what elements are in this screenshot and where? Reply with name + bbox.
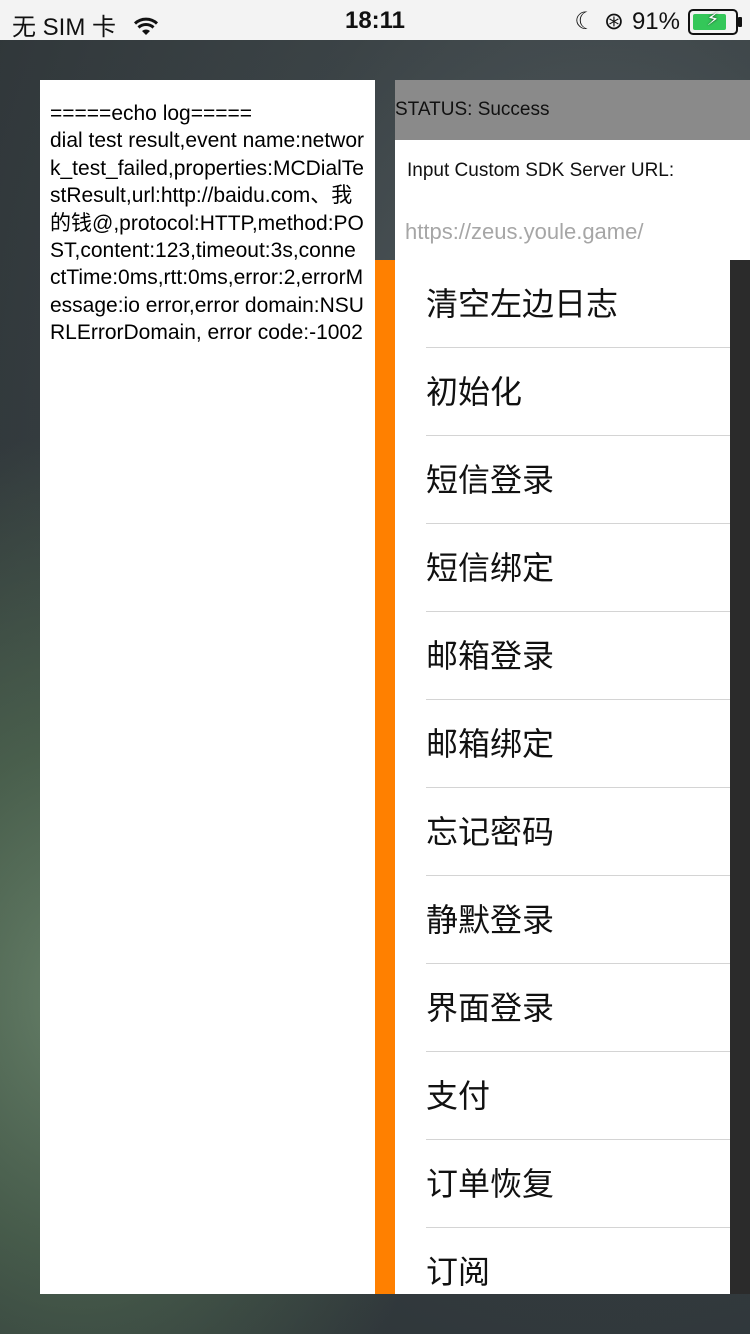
accent-divider bbox=[375, 260, 395, 1294]
server-url-input[interactable] bbox=[405, 214, 740, 250]
menu-item-subscribe[interactable]: 订阅 bbox=[426, 1229, 730, 1294]
right-edge-shadow bbox=[730, 260, 750, 1294]
menu-item-sms-bind[interactable]: 短信绑定 bbox=[426, 525, 730, 612]
orientation-lock-icon: ⊛ bbox=[603, 8, 624, 35]
moon-icon: ☾ bbox=[574, 8, 596, 35]
action-menu[interactable]: 清空左边日志 初始化 短信登录 短信绑定 邮箱登录 邮箱绑定 忘记密码 静默登录… bbox=[395, 260, 730, 1294]
server-url-label: Input Custom SDK Server URL: bbox=[407, 160, 675, 181]
battery-percent: 91% bbox=[631, 7, 680, 35]
menu-item-order-restore[interactable]: 订单恢复 bbox=[426, 1141, 730, 1228]
menu-item-silent-login[interactable]: 静默登录 bbox=[426, 877, 730, 964]
menu-item-forgot-password[interactable]: 忘记密码 bbox=[426, 789, 730, 876]
menu-item-sms-login[interactable]: 短信登录 bbox=[426, 437, 730, 524]
menu-item-clear-log[interactable]: 清空左边日志 bbox=[426, 261, 730, 348]
menu-item-email-login[interactable]: 邮箱登录 bbox=[426, 613, 730, 700]
menu-item-ui-login[interactable]: 界面登录 bbox=[426, 965, 730, 1052]
status-text: STATUS: Success bbox=[395, 99, 550, 120]
status-bar: 无 SIM 卡 18:11 ☾ ⊛ 91% ⚡ bbox=[0, 0, 750, 41]
log-text: =====echo log===== dial test result,even… bbox=[50, 102, 364, 345]
menu-item-pay[interactable]: 支付 bbox=[426, 1053, 730, 1140]
log-panel[interactable]: =====echo log===== dial test result,even… bbox=[40, 80, 375, 1294]
menu-item-init[interactable]: 初始化 bbox=[426, 349, 730, 436]
menu-item-email-bind[interactable]: 邮箱绑定 bbox=[426, 701, 730, 788]
charging-bolt-icon: ⚡ bbox=[706, 8, 720, 29]
system-indicators: ☾ ⊛ 91% ⚡ bbox=[574, 7, 742, 36]
battery-icon: ⚡ bbox=[688, 8, 742, 35]
status-strip: STATUS: Success bbox=[395, 80, 750, 140]
battery-cap bbox=[738, 16, 742, 27]
server-url-section: Input Custom SDK Server URL: bbox=[395, 140, 750, 260]
